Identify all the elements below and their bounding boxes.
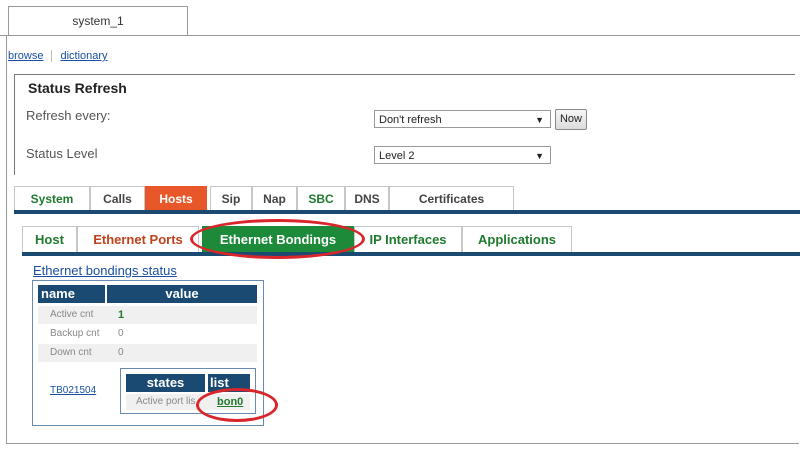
col-header-value: value [107,285,257,303]
row-name: Backup cnt [50,328,100,339]
state-name: Active port lis [136,396,196,407]
tab-host[interactable]: Host [22,226,77,252]
refresh-select[interactable]: Don't refresh ▼ [374,110,551,128]
tab-calls[interactable]: Calls [90,186,145,210]
sub-tab-underline [22,252,800,256]
status-level-label: Status Level [26,146,98,161]
tab-certificates[interactable]: Certificates [389,186,514,210]
table-row: Down cnt 0 [38,344,257,362]
refresh-select-value: Don't refresh [379,114,442,126]
col-header-name: name [38,285,105,303]
row-value: 1 [118,309,125,321]
row-value: 0 [118,328,124,339]
dictionary-link[interactable]: dictionary [60,50,107,62]
bondings-status-title[interactable]: Ethernet bondings status [33,263,177,278]
main-tab-underline [14,210,800,214]
tab-dns[interactable]: DNS [345,186,389,210]
window-tab[interactable]: system_1 [8,6,188,36]
row-name: Active cnt [50,309,94,320]
tab-sip[interactable]: Sip [210,186,252,210]
row-value: 0 [118,347,124,358]
status-refresh-title: Status Refresh [26,80,129,96]
col-header-states: states [126,374,205,392]
tab-ethernet-ports[interactable]: Ethernet Ports [77,226,199,252]
chevron-down-icon: ▼ [535,115,544,125]
now-button[interactable]: Now [555,109,587,130]
tab-ip-interfaces[interactable]: IP Interfaces [354,226,462,252]
chevron-down-icon: ▼ [535,151,544,161]
tab-nap[interactable]: Nap [252,186,297,210]
refresh-label: Refresh every: [26,108,111,123]
status-level-value: Level 2 [379,150,415,162]
bonding-entry-link[interactable]: TB021504 [50,385,96,396]
browse-link[interactable]: browse [8,50,43,62]
nav-links: browse dictionary [8,50,108,63]
status-level-select[interactable]: Level 2 ▼ [374,146,551,164]
row-name: Down cnt [50,347,92,358]
link-separator [51,50,53,63]
table-row: Backup cnt 0 [38,325,257,343]
tab-applications[interactable]: Applications [462,226,572,252]
annotation-circle [190,219,365,259]
annotation-circle [196,388,278,422]
tab-system[interactable]: System [14,186,90,210]
table-row: Active cnt 1 [38,306,257,324]
tab-sbc[interactable]: SBC [297,186,345,210]
tab-hosts[interactable]: Hosts [145,186,207,210]
